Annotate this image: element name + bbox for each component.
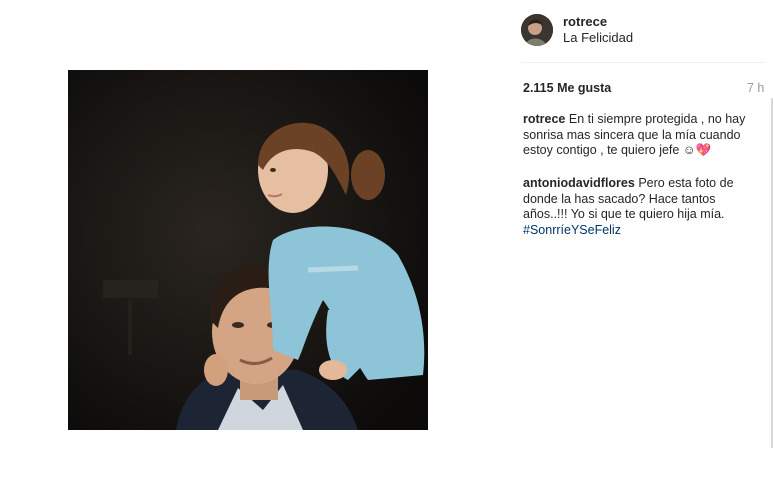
comment-author[interactable]: rotrece bbox=[523, 112, 565, 126]
profile-avatar[interactable] bbox=[521, 14, 553, 46]
header-divider bbox=[521, 62, 766, 63]
post-time[interactable]: 7 h bbox=[747, 81, 764, 95]
comment-caption: rotrece En ti siempre protegida , no hay… bbox=[523, 112, 753, 159]
comment-author[interactable]: antoniodavidflores bbox=[523, 176, 635, 190]
comment-hashtag[interactable]: #SonrríeYSeFeliz bbox=[523, 223, 621, 237]
post-username[interactable]: rotrece bbox=[563, 14, 607, 29]
comment-item: antoniodavidflores Pero esta foto de don… bbox=[523, 176, 753, 238]
post-location[interactable]: La Felicidad bbox=[563, 30, 633, 45]
avatar-image bbox=[521, 14, 553, 46]
photo-illustration bbox=[68, 70, 428, 430]
likes-count[interactable]: 2.115 Me gusta bbox=[523, 81, 611, 95]
post-photo[interactable] bbox=[68, 70, 428, 430]
